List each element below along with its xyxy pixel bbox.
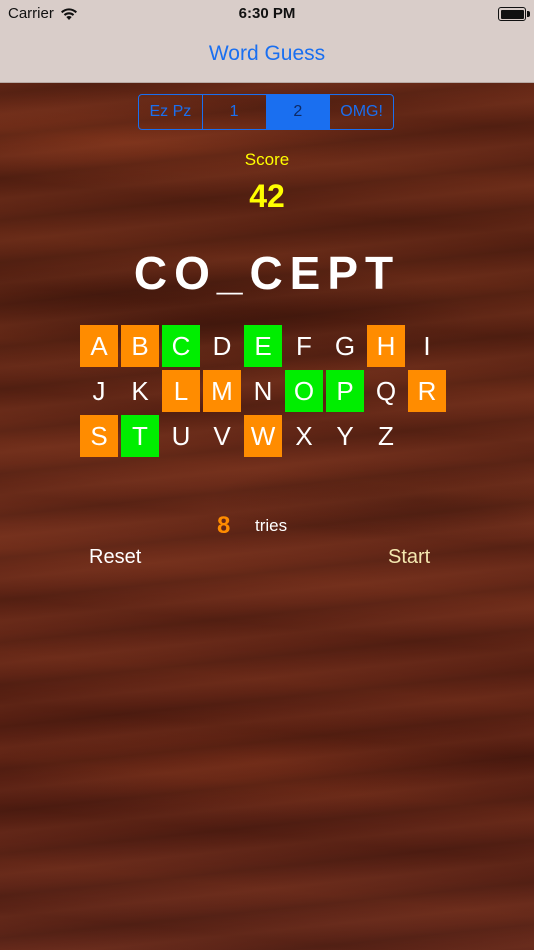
letter-key-a[interactable]: A: [80, 325, 118, 367]
letter-key-w[interactable]: W: [244, 415, 282, 457]
status-bar: Carrier 6:30 PM: [0, 0, 534, 30]
letter-key-c[interactable]: C: [162, 325, 200, 367]
battery-level: [500, 9, 524, 19]
letter-key-q[interactable]: Q: [367, 370, 405, 412]
letter-key-v[interactable]: V: [203, 415, 241, 457]
letter-key-m[interactable]: M: [203, 370, 241, 412]
difficulty-option-1[interactable]: 1: [203, 95, 267, 129]
letter-key-g[interactable]: G: [326, 325, 364, 367]
score-label: Score: [244, 150, 290, 169]
letter-key-e[interactable]: E: [244, 325, 282, 367]
letter-key-s[interactable]: S: [80, 415, 118, 457]
letter-key-l[interactable]: L: [162, 370, 200, 412]
letter-key-i[interactable]: I: [408, 325, 446, 367]
letter-key-d[interactable]: D: [203, 325, 241, 367]
letter-key-r[interactable]: R: [408, 370, 446, 412]
tries-label: tries: [255, 516, 288, 535]
navigation-bar: Carrier 6:30 PM Word Guess: [0, 0, 534, 83]
letter-key-x[interactable]: X: [285, 415, 323, 457]
word-display: CO_CEPT: [133, 247, 401, 299]
letter-key-n[interactable]: N: [244, 370, 282, 412]
page-title: Word Guess: [208, 42, 326, 65]
start-button[interactable]: Start: [388, 546, 430, 569]
letter-key-f[interactable]: F: [285, 325, 323, 367]
letter-key-j[interactable]: J: [80, 370, 118, 412]
tries-count: 8: [217, 512, 231, 539]
letter-key-h[interactable]: H: [367, 325, 405, 367]
difficulty-option-omg[interactable]: OMG!: [330, 95, 393, 129]
letter-key-o[interactable]: O: [285, 370, 323, 412]
game-screen: Carrier 6:30 PM Word Guess Ez Pz 1 2 OMG…: [0, 0, 534, 950]
letter-key-y[interactable]: Y: [326, 415, 364, 457]
letter-key-b[interactable]: B: [121, 325, 159, 367]
difficulty-option-ez-pz[interactable]: Ez Pz: [139, 95, 203, 129]
status-time: 6:30 PM: [238, 5, 296, 22]
letter-key-z[interactable]: Z: [367, 415, 405, 457]
score-value: 42: [249, 178, 285, 214]
reset-button[interactable]: Reset: [89, 546, 141, 569]
difficulty-segmented-control[interactable]: Ez Pz 1 2 OMG!: [138, 94, 394, 130]
battery-tip: [527, 11, 530, 17]
letter-key-u[interactable]: U: [162, 415, 200, 457]
letter-key-k[interactable]: K: [121, 370, 159, 412]
battery-icon: [498, 7, 530, 21]
difficulty-option-2[interactable]: 2: [266, 95, 331, 129]
letter-key-p[interactable]: P: [326, 370, 364, 412]
letter-key-t[interactable]: T: [121, 415, 159, 457]
